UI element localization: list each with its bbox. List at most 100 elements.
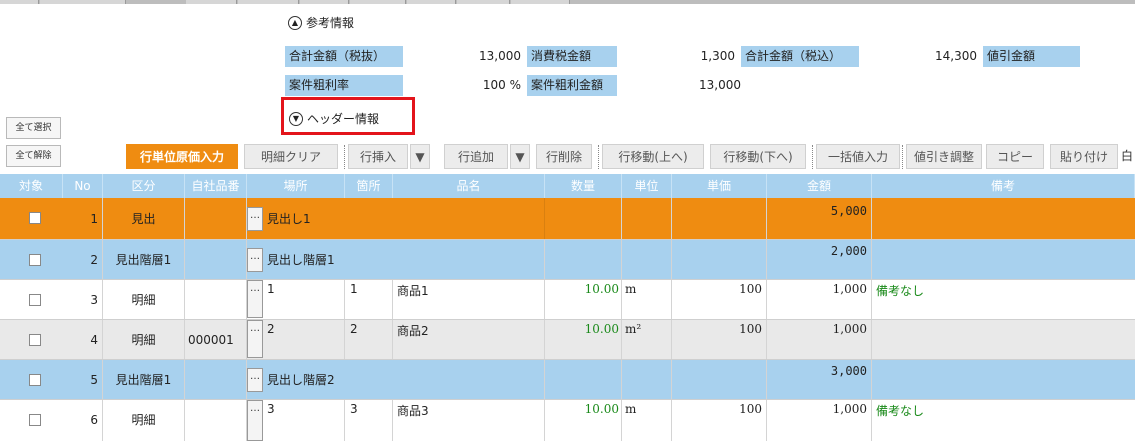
row-heading-text[interactable]: 見出し階層1	[264, 240, 545, 279]
table-row[interactable]: 2 見出階層1 … 見出し階層1 2,000	[0, 240, 1135, 280]
row-remarks[interactable]	[872, 320, 1135, 359]
table-row[interactable]: 6 明細 … 3 3 商品3 10.00 m 100 1,000 備考なし	[0, 400, 1135, 441]
header-category[interactable]: 区分	[103, 174, 185, 198]
table-row[interactable]: 5 見出階層1 … 見出し階層2 3,000	[0, 360, 1135, 400]
table-row[interactable]: 4 明細 000001 … 2 2 商品2 10.00 m² 100 1,000	[0, 320, 1135, 360]
reference-section-toggle[interactable]: ▲ 参考情報	[288, 14, 354, 31]
tab-8[interactable]	[457, 0, 510, 4]
row-place[interactable]: 2	[264, 320, 345, 359]
tab-9[interactable]	[511, 0, 570, 4]
row-unit-price[interactable]: 100	[672, 400, 767, 441]
row-item-name[interactable]: 商品3	[393, 400, 545, 441]
row-checkbox[interactable]	[29, 294, 41, 306]
row-product-code[interactable]	[185, 280, 247, 319]
row-remarks[interactable]: 備考なし	[872, 280, 1135, 319]
row-remarks[interactable]	[872, 198, 1135, 239]
row-category[interactable]: 明細	[103, 280, 185, 319]
discount-adjust-button[interactable]: 値引き調整	[906, 144, 982, 169]
copy-button[interactable]: コピー	[986, 144, 1044, 169]
row-heading-text[interactable]: 見出し階層2	[264, 360, 545, 399]
row-unit-price[interactable]: 100	[672, 280, 767, 319]
row-category[interactable]: 明細	[103, 320, 185, 359]
row-unit[interactable]: m	[622, 280, 672, 319]
triangle-down-icon: ▼	[515, 150, 525, 164]
row-product-code[interactable]	[185, 198, 247, 239]
row-remarks[interactable]: 備考なし	[872, 400, 1135, 441]
table-row[interactable]: 3 明細 … 1 1 商品1 10.00 m 100 1,000 備考なし	[0, 280, 1135, 320]
row-unit[interactable]: m	[622, 400, 672, 441]
row-remarks[interactable]	[872, 360, 1135, 399]
bulk-input-button[interactable]: 一括値入力	[816, 144, 900, 169]
cost-input-button[interactable]: 行単位原価入力	[126, 144, 238, 169]
row-category[interactable]: 見出	[103, 198, 185, 239]
tab-6[interactable]	[350, 0, 406, 4]
row-checkbox[interactable]	[29, 254, 41, 266]
row-checkbox[interactable]	[29, 212, 41, 224]
select-all-button[interactable]: 全て選択	[6, 117, 61, 139]
move-up-button[interactable]: 行移動(上へ)	[602, 144, 704, 169]
ellipsis-button[interactable]: …	[247, 320, 263, 358]
header-product-code[interactable]: 自社品番	[185, 174, 247, 198]
delete-row-button[interactable]: 行削除	[536, 144, 592, 169]
row-place[interactable]: 1	[264, 280, 345, 319]
tab-4[interactable]	[238, 0, 299, 4]
header-unit[interactable]: 単位	[622, 174, 672, 198]
header-target[interactable]: 対象	[0, 174, 63, 198]
move-down-button[interactable]: 行移動(下へ)	[710, 144, 806, 169]
row-quantity[interactable]: 10.00	[545, 400, 622, 441]
header-section-toggle[interactable]: ▼ ヘッダー情報	[289, 110, 379, 127]
header-unit-price[interactable]: 単価	[672, 174, 767, 198]
row-unit-price[interactable]: 100	[672, 320, 767, 359]
header-no[interactable]: No	[63, 174, 103, 198]
summary-row-1: 合計金額（税抜） 13,000 消費税金額 1,300 合計金額（税込） 14,…	[285, 46, 1135, 68]
clear-details-button[interactable]: 明細クリア	[244, 144, 338, 169]
insert-row-dropdown[interactable]: ▼	[410, 144, 430, 169]
ellipsis-button[interactable]: …	[247, 280, 263, 318]
row-no: 3	[63, 280, 103, 319]
tab-5[interactable]	[300, 0, 349, 4]
row-checkbox[interactable]	[29, 414, 41, 426]
header-amount[interactable]: 金額	[767, 174, 872, 198]
row-location[interactable]: 1	[345, 280, 393, 319]
add-row-dropdown[interactable]: ▼	[510, 144, 530, 169]
row-location[interactable]: 2	[345, 320, 393, 359]
header-place[interactable]: 場所	[247, 174, 345, 198]
header-quantity[interactable]: 数量	[545, 174, 622, 198]
row-product-code[interactable]: 000001	[185, 320, 247, 359]
row-category[interactable]: 明細	[103, 400, 185, 441]
tab-7[interactable]	[407, 0, 456, 4]
insert-row-button[interactable]: 行挿入	[348, 144, 408, 169]
ellipsis-button[interactable]: …	[247, 248, 263, 272]
row-item-name[interactable]: 商品1	[393, 280, 545, 319]
ellipsis-button[interactable]: …	[247, 207, 263, 231]
row-product-code[interactable]	[185, 400, 247, 441]
header-item-name[interactable]: 品名	[393, 174, 545, 198]
row-location[interactable]: 3	[345, 400, 393, 441]
header-remarks[interactable]: 備考	[872, 174, 1135, 198]
paste-button[interactable]: 貼り付け	[1050, 144, 1118, 169]
row-checkbox[interactable]	[29, 334, 41, 346]
row-remarks[interactable]	[872, 240, 1135, 279]
row-quantity[interactable]: 10.00	[545, 320, 622, 359]
row-place[interactable]: 3	[264, 400, 345, 441]
ellipsis-button[interactable]: …	[247, 368, 263, 392]
header-location[interactable]: 箇所	[345, 174, 393, 198]
toolbar-separator	[344, 145, 345, 169]
add-row-button[interactable]: 行追加	[444, 144, 508, 169]
row-unit[interactable]: m²	[622, 320, 672, 359]
row-item-name[interactable]: 商品2	[393, 320, 545, 359]
table-row[interactable]: 1 見出 … 見出し1 5,000	[0, 198, 1135, 240]
row-product-code[interactable]	[185, 240, 247, 279]
tab-2[interactable]	[40, 0, 126, 4]
row-category[interactable]: 見出階層1	[103, 360, 185, 399]
tab-1[interactable]	[0, 0, 39, 4]
row-heading-text[interactable]: 見出し1	[264, 198, 545, 239]
row-category[interactable]: 見出階層1	[103, 240, 185, 279]
row-checkbox[interactable]	[29, 374, 41, 386]
row-quantity[interactable]: 10.00	[545, 280, 622, 319]
deselect-all-button[interactable]: 全て解除	[6, 145, 61, 167]
row-product-code[interactable]	[185, 360, 247, 399]
tab-strip	[0, 0, 1135, 4]
tab-3[interactable]	[186, 0, 237, 4]
ellipsis-button[interactable]: …	[247, 400, 263, 441]
